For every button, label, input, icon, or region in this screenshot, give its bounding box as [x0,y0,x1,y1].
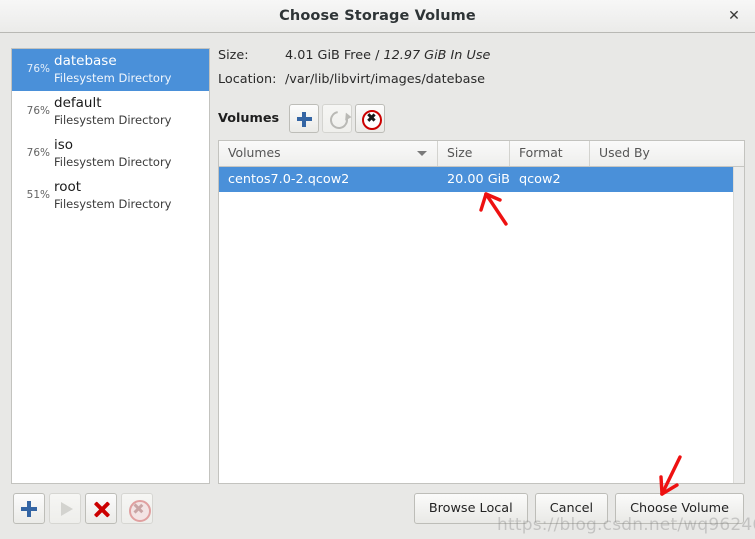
size-value: 4.01 GiB Free / 12.97 GiB In Use [285,48,490,63]
pool-name: datebase [54,53,117,69]
stop-pool-button[interactable] [85,493,117,524]
pool-usage-percent: 76% [26,63,50,75]
pool-type: Filesystem Directory [54,155,172,169]
pool-list-item-datebase[interactable]: 76% datebase Filesystem Directory [12,49,209,91]
column-header-used-by[interactable]: Used By [590,141,744,166]
volumes-label: Volumes [218,110,280,126]
dialog-title: Choose Storage Volume [279,8,476,24]
add-pool-button[interactable] [13,493,45,524]
column-header-volumes[interactable]: Volumes [219,141,438,166]
pool-list-item-default[interactable]: 76% default Filesystem Directory [12,91,209,133]
volumes-table-header: Volumes Size Format Used By [219,141,744,167]
pool-type: Filesystem Directory [54,113,172,127]
pool-name: root [54,179,82,195]
close-icon[interactable]: ✕ [723,6,745,27]
size-free-text: 4.01 GiB Free / [285,48,384,63]
pool-details: Size: 4.01 GiB Free / 12.97 GiB In Use L… [218,48,745,133]
volumes-table[interactable]: Volumes Size Format Used By centos7.0-2.… [218,140,745,484]
table-row[interactable]: centos7.0-2.qcow2 20.00 GiB qcow2 [219,167,744,192]
refresh-volumes-button [322,103,353,133]
size-line: Size: 4.01 GiB Free / 12.97 GiB In Use [218,48,745,72]
pool-usage-percent: 76% [26,105,50,117]
location-line: Location: /var/lib/libvirt/images/dateba… [218,72,745,96]
volumes-toolbar: Volumes [218,101,388,135]
pool-usage-percent: 51% [26,189,50,201]
pool-toolbar [13,493,153,524]
start-pool-button [49,493,81,524]
cell-volume-name: centos7.0-2.qcow2 [228,172,350,187]
location-value: /var/lib/libvirt/images/datebase [285,72,485,87]
delete-volume-button[interactable] [355,103,386,133]
pool-list-item-iso[interactable]: 76% iso Filesystem Directory [12,133,209,175]
column-header-volumes-label: Volumes [228,145,281,160]
circle-x-icon [362,109,383,130]
sort-descending-icon [417,151,427,156]
titlebar: Choose Storage Volume ✕ [0,0,755,33]
watermark: https://blog.csdn.net/wq962464 [497,515,755,535]
pool-list-item-root[interactable]: 51% root Filesystem Directory [12,175,209,217]
storage-pool-list[interactable]: 76% datebase Filesystem Directory 76% de… [11,48,210,484]
pool-name: iso [54,137,74,153]
pool-usage-percent: 76% [26,147,50,159]
location-label: Location: [218,72,277,87]
cell-volume-format: qcow2 [519,172,561,187]
size-label: Size: [218,48,249,63]
pool-type: Filesystem Directory [54,197,172,211]
pool-type: Filesystem Directory [54,71,172,85]
column-header-format[interactable]: Format [510,141,590,166]
choose-storage-volume-dialog: Choose Storage Volume ✕ 76% datebase Fil… [0,0,755,539]
new-volume-button[interactable] [289,103,320,133]
delete-pool-button [121,493,153,524]
refresh-icon [326,106,352,133]
cell-volume-used-by [590,167,744,192]
circle-x-icon [129,500,151,522]
column-header-size[interactable]: Size [438,141,510,166]
volumes-table-scrollbar[interactable] [733,167,744,483]
cell-volume-size: 20.00 GiB [447,172,510,187]
pool-name: default [54,95,102,111]
size-inuse-text: 12.97 GiB In Use [383,48,491,63]
